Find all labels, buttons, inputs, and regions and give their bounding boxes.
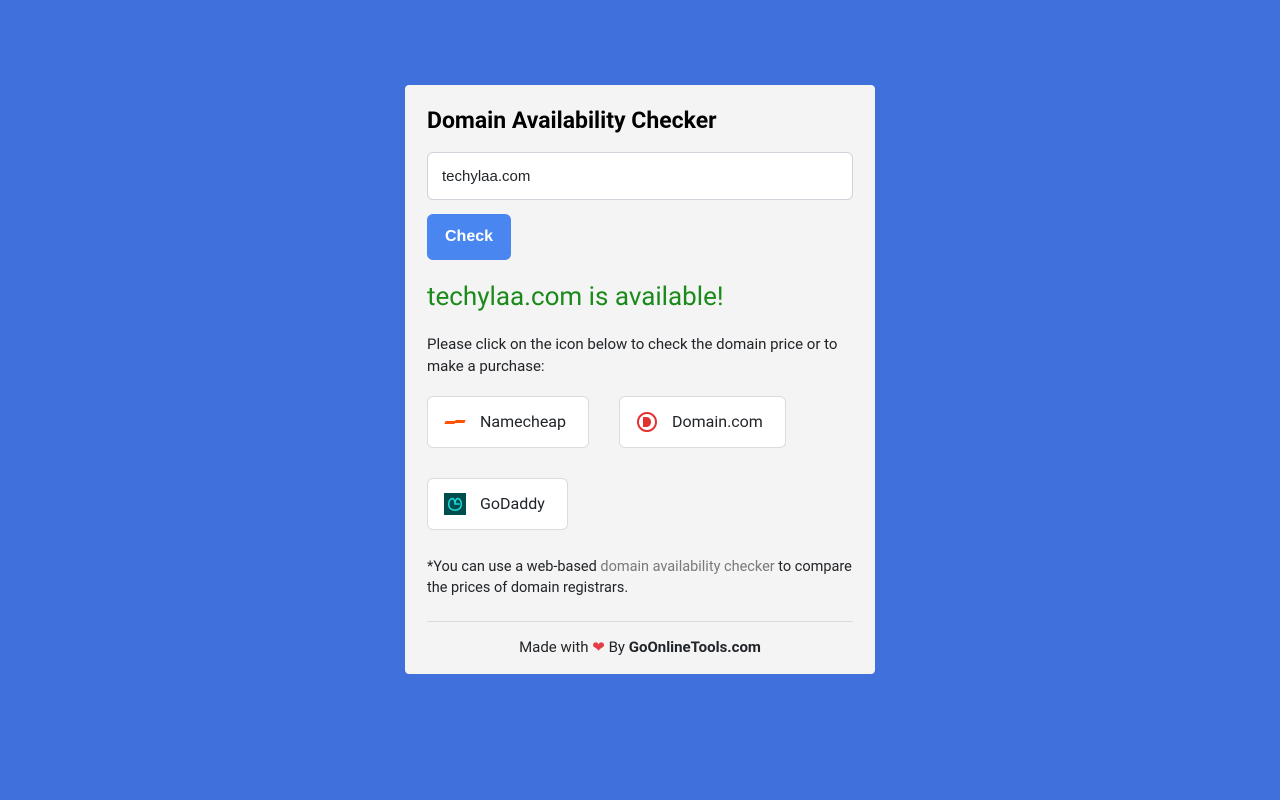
footer-brand: GoOnlineTools.com bbox=[629, 638, 761, 656]
godaddy-icon bbox=[444, 493, 466, 515]
namecheap-icon bbox=[444, 411, 466, 433]
footer-by: By bbox=[605, 638, 629, 656]
page-title: Domain Availability Checker bbox=[427, 107, 853, 134]
domain-checker-card: Domain Availability Checker Check techyl… bbox=[405, 85, 875, 674]
footnote-prefix: *You can use a web-based bbox=[427, 558, 600, 575]
footer: Made with ❤ By GoOnlineTools.com bbox=[427, 638, 853, 656]
registrar-label: Domain.com bbox=[672, 412, 763, 431]
registrar-domaincom[interactable]: Domain.com bbox=[619, 396, 786, 448]
registrar-label: Namecheap bbox=[480, 412, 566, 431]
domaincom-icon bbox=[636, 411, 658, 433]
heart-icon: ❤ bbox=[592, 638, 605, 656]
footer-prefix: Made with bbox=[519, 638, 592, 656]
instruction-text: Please click on the icon below to check … bbox=[427, 334, 853, 378]
footnote-link[interactable]: domain availability checker bbox=[600, 558, 774, 575]
footnote: *You can use a web-based domain availabi… bbox=[427, 556, 853, 600]
availability-result: techylaa.com is available! bbox=[427, 282, 853, 312]
registrar-list: Namecheap Domain.com GoDaddy bbox=[427, 396, 853, 530]
divider bbox=[427, 621, 853, 622]
registrar-godaddy[interactable]: GoDaddy bbox=[427, 478, 568, 530]
registrar-label: GoDaddy bbox=[480, 494, 545, 513]
domain-input[interactable] bbox=[427, 152, 853, 200]
check-button[interactable]: Check bbox=[427, 214, 511, 260]
registrar-namecheap[interactable]: Namecheap bbox=[427, 396, 589, 448]
